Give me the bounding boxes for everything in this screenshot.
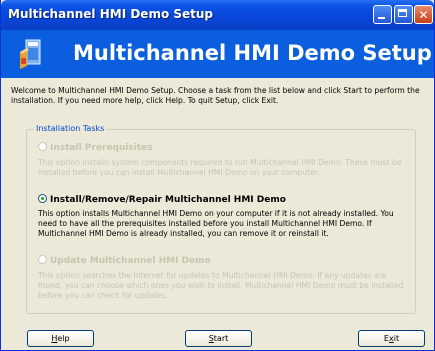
radio-button[interactable]: [38, 194, 47, 203]
start-label: tart: [213, 334, 229, 343]
help-label: elp: [57, 334, 70, 343]
header-title: Multichannel HMI Demo Setup: [73, 41, 432, 65]
option-label: Install/Remove/Repair Multichannel HMI D…: [50, 195, 286, 205]
option-update[interactable]: Update Multichannel HMI Demo: [38, 255, 211, 266]
window-title: Multichannel HMI Demo Setup: [8, 7, 214, 21]
option-install-remove-repair[interactable]: Install/Remove/Repair Multichannel HMI D…: [38, 194, 286, 205]
group-legend: Installation Tasks: [34, 124, 107, 133]
intro-text: Welcome to Multichannel HMI Demo Setup. …: [11, 86, 420, 105]
close-button[interactable]: ✕: [414, 5, 433, 24]
minimize-icon: [378, 17, 385, 19]
exit-label: it: [393, 334, 400, 343]
option-description: This option installs system components r…: [38, 158, 402, 177]
radio-button[interactable]: [38, 255, 47, 264]
title-bar[interactable]: Multichannel HMI Demo Setup ✕: [1, 0, 434, 30]
option-description: This option installs Multichannel HMI De…: [38, 209, 394, 238]
minimize-button[interactable]: [373, 5, 392, 24]
header-banner: Multichannel HMI Demo Setup: [1, 30, 434, 78]
option-label: Install Prerequisites: [50, 143, 153, 153]
option-description: This option searches the Internet for up…: [38, 271, 404, 300]
help-button[interactable]: Help: [27, 330, 94, 347]
exit-button[interactable]: Ex it: [358, 330, 425, 347]
setup-window: Multichannel HMI Demo Setup ✕ Multichann…: [0, 0, 435, 351]
maximize-button[interactable]: [394, 5, 413, 24]
close-icon: ✕: [418, 7, 429, 22]
radio-button[interactable]: [38, 142, 47, 151]
setup-box-icon: [20, 39, 41, 69]
maximize-icon: [398, 9, 407, 17]
option-label: Update Multichannel HMI Demo: [50, 256, 211, 266]
start-button[interactable]: Start: [185, 330, 252, 347]
option-install-prerequisites[interactable]: Install Prerequisites: [38, 142, 153, 153]
